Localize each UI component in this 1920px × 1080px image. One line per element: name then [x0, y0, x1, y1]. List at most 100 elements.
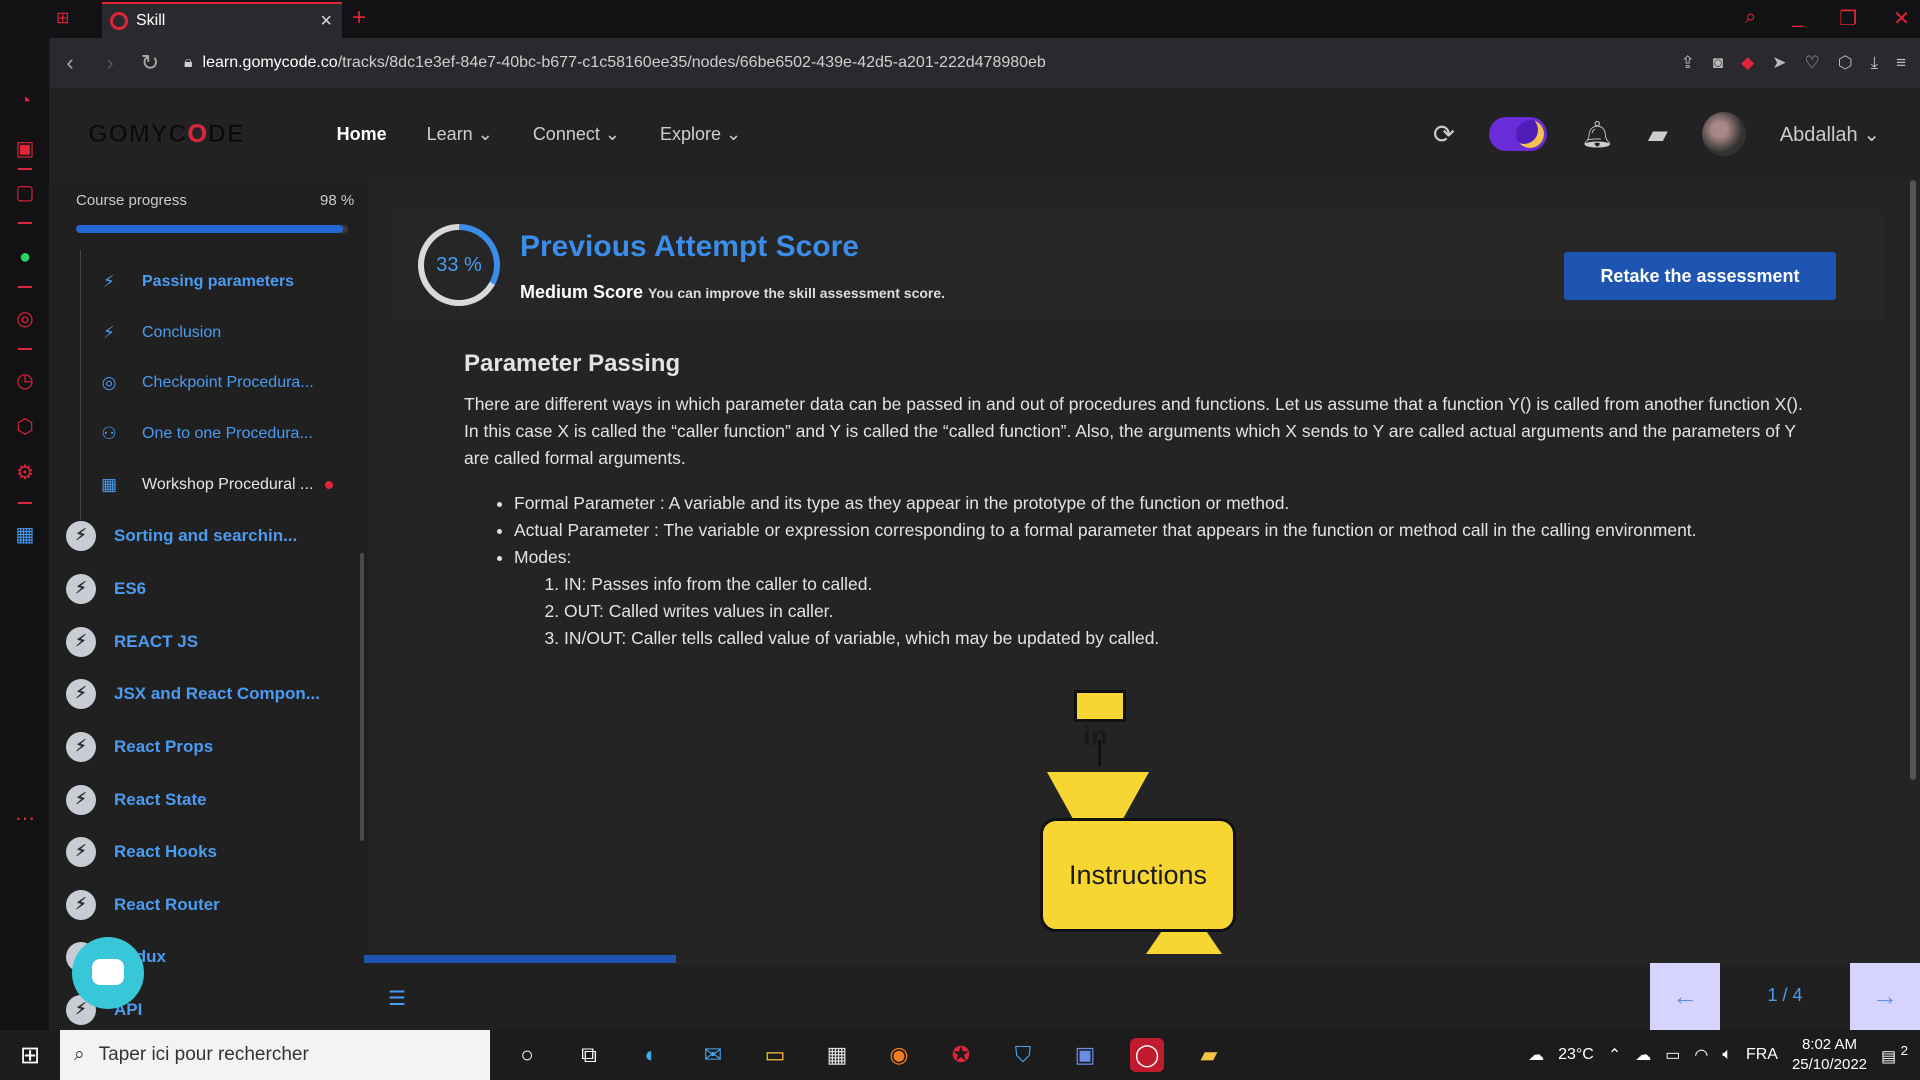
security-icon[interactable]: ⛉ [1006, 1038, 1040, 1072]
more-icon[interactable]: ⋯ [12, 806, 38, 832]
volume-icon[interactable]: 🔈︎ [1722, 1046, 1732, 1064]
previous-page-button[interactable]: ← [1650, 963, 1720, 1030]
taskbar-search[interactable]: ⌕ Taper ici pour rechercher [60, 1030, 490, 1080]
module-react-state[interactable]: ⚡︎ React State [66, 785, 207, 815]
sidebar-item-workshop[interactable]: ▦ Workshop Procedural ... [96, 470, 346, 500]
table-of-contents-icon[interactable]: ☰ [388, 986, 406, 1011]
briefcase-icon[interactable]: ▣ [12, 136, 38, 162]
system-tray: ☁ 23°C ⌃ ☁ ▭ ◠ 🔈︎ FRA 8:02 AM 25/10/2022 … [1528, 1035, 1908, 1075]
search-icon: ⌕ [74, 1044, 85, 1065]
chevron-up-icon[interactable]: ⌃ [1608, 1045, 1621, 1065]
notification-bell-icon[interactable]: 🔔︎ [1581, 119, 1614, 150]
extensions-icon[interactable]: ⬡ [1838, 53, 1853, 73]
edge-icon[interactable]: ◐ [634, 1038, 668, 1072]
cube-icon[interactable]: ⬡ [12, 414, 38, 440]
bookmark-heart-icon[interactable]: ♡ [1804, 53, 1819, 73]
nav-learn[interactable]: Learn ⌄ [427, 124, 493, 145]
history-icon[interactable]: ◷ [12, 368, 38, 394]
file-explorer-icon[interactable]: ▭ [758, 1038, 792, 1072]
sidebar-item-conclusion[interactable]: ⚡︎ Conclusion [96, 318, 346, 348]
sidebar-divider [18, 168, 32, 170]
module-react-js[interactable]: ⚡︎ REACT JS [66, 627, 198, 657]
chevron-down-icon: ⌄ [726, 123, 742, 144]
module-jsx[interactable]: ⚡︎ JSX and React Compon... [66, 679, 320, 709]
bolt-icon: ⚡︎ [66, 627, 96, 657]
nav-connect[interactable]: Connect ⌄ [533, 124, 620, 145]
snapshot-icon[interactable]: ◙ [1713, 53, 1723, 73]
chat-bubble-icon[interactable] [72, 937, 144, 1009]
close-tab-icon[interactable]: × [320, 10, 332, 33]
temperature[interactable]: 23°C [1558, 1046, 1594, 1064]
firefox-icon[interactable]: ◉ [882, 1038, 916, 1072]
opera-taskbar-icon[interactable]: ◯ [1130, 1038, 1164, 1072]
url-path: /tracks/8dc1e3ef-84e7-40bc-b677-c1c58160… [337, 54, 1046, 71]
minimize-icon[interactable]: _ [1792, 6, 1803, 31]
cortana-icon[interactable]: ○ [510, 1038, 544, 1072]
easy-setup-icon[interactable]: ≡ [1896, 53, 1906, 73]
search-tabs-icon[interactable]: ⌕ [1745, 6, 1756, 31]
weather-icon[interactable]: ☁ [1528, 1045, 1544, 1065]
game-icon[interactable]: ✪ [944, 1038, 978, 1072]
user-menu[interactable]: Abdallah ⌄ [1780, 122, 1880, 147]
speed-dial-icon[interactable]: ◔ [12, 88, 38, 114]
download-icon[interactable]: ⤓ [1871, 53, 1879, 73]
content-scrollbar[interactable] [1910, 180, 1916, 780]
cloud-icon[interactable]: ☁ [1635, 1045, 1651, 1065]
sidebar-item-checkpoint[interactable]: ◎ Checkpoint Procedura... [96, 368, 346, 398]
nav-explore[interactable]: Explore ⌄ [660, 124, 741, 145]
module-sorting[interactable]: ⚡︎ Sorting and searchin... [66, 521, 297, 551]
files-icon[interactable]: ▰ [1192, 1038, 1226, 1072]
gomycode-logo[interactable]: GOMYCODE [88, 120, 245, 149]
forward-icon[interactable]: › [90, 50, 130, 76]
module-react-hooks[interactable]: ⚡︎ React Hooks [66, 837, 217, 867]
new-tab-icon[interactable]: + [352, 4, 366, 32]
mail-icon[interactable]: ✉ [696, 1038, 730, 1072]
module-es6[interactable]: ⚡︎ ES6 [66, 574, 146, 604]
close-window-icon[interactable]: ✕ [1893, 6, 1910, 31]
module-react-props[interactable]: ⚡︎ React Props [66, 732, 213, 762]
gamepad-icon[interactable]: ⊞ [56, 8, 69, 28]
teams-icon[interactable]: ▣ [1068, 1038, 1102, 1072]
url-field[interactable]: 🔒︎ learn.gomycode.co/tracks/8dc1e3ef-84e… [184, 54, 1046, 72]
store-icon[interactable]: ▦ [820, 1038, 854, 1072]
player-icon[interactable]: ◎ [12, 306, 38, 332]
twitch-icon[interactable]: ▢ [12, 180, 38, 206]
settings-icon[interactable]: ⚙ [12, 460, 38, 486]
retake-assessment-button[interactable]: Retake the assessment [1564, 252, 1836, 300]
back-icon[interactable]: ‹ [50, 50, 90, 76]
share-icon[interactable]: ⇪ [1681, 53, 1695, 73]
module-react-router[interactable]: ⚡︎ React Router [66, 890, 220, 920]
restore-icon[interactable]: ❐ [1839, 6, 1857, 31]
score-ring: 33 % [418, 224, 500, 306]
sidebar-scrollbar[interactable] [360, 553, 364, 841]
windows-start-icon[interactable]: ⊞ [0, 1041, 60, 1070]
reload-icon[interactable]: ↻ [130, 50, 170, 76]
notification-center-icon[interactable]: ▤ 2 [1881, 1043, 1908, 1066]
next-page-button[interactable]: → [1850, 963, 1920, 1030]
avatar[interactable] [1701, 112, 1746, 156]
translate-icon[interactable]: ▦ [12, 522, 38, 548]
diagram-in-label: in [1083, 720, 1108, 751]
sidebar-item-passing-parameters[interactable]: ⚡︎ Passing parameters [96, 267, 346, 297]
bolt-icon: ⚡︎ [66, 679, 96, 709]
sidebar-item-one-to-one[interactable]: ⚇ One to one Procedura... [96, 419, 346, 449]
battery-icon[interactable]: ▭ [1665, 1045, 1680, 1065]
task-view-icon[interactable]: ⧉ [572, 1038, 606, 1072]
messages-icon[interactable]: ▰ [1648, 119, 1668, 150]
tab-title: Skill [136, 12, 166, 29]
send-icon[interactable]: ➤ [1772, 53, 1786, 73]
wifi-icon[interactable]: ◠ [1694, 1045, 1708, 1065]
language-indicator[interactable]: FRA [1746, 1046, 1778, 1064]
dark-mode-toggle[interactable] [1488, 117, 1547, 151]
browser-tab[interactable]: Skill × [102, 2, 342, 38]
list-item: OUT: Called writes values in caller. [564, 598, 1814, 625]
whatsapp-icon[interactable]: ● [12, 244, 38, 270]
sync-icon[interactable]: ⟳ [1433, 119, 1455, 150]
nav-home[interactable]: Home [337, 124, 387, 145]
lesson-body: Parameter Passing There are different wa… [464, 350, 1814, 652]
list-item: IN/OUT: Caller tells called value of var… [564, 625, 1814, 652]
course-progress-bar [76, 225, 348, 233]
course-progress-fill [76, 225, 343, 233]
adblock-icon[interactable]: ◆ [1741, 53, 1754, 73]
clock[interactable]: 8:02 AM 25/10/2022 [1792, 1035, 1867, 1075]
